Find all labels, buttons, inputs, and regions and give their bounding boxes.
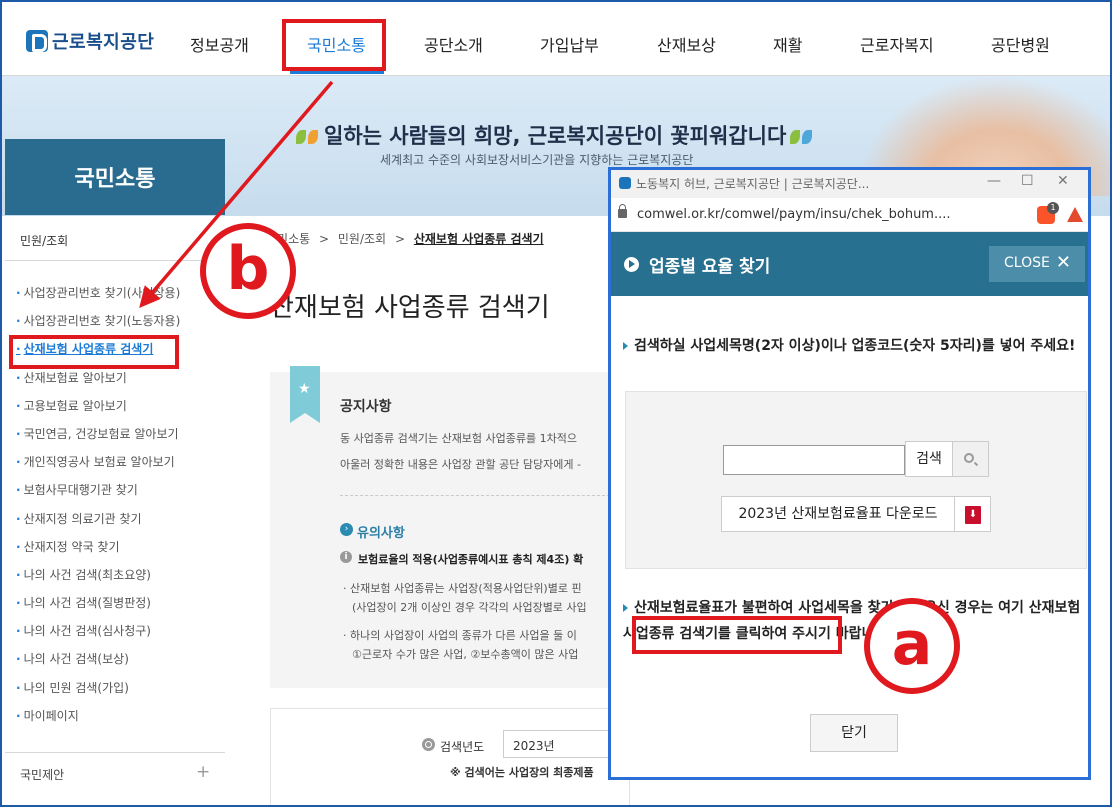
popup-title: 업종별 요율 찾기 [649,257,771,277]
sidebar-item-case-disease[interactable]: 나의 사건 검색(질병판정) [16,593,180,621]
search-box-area [625,391,1087,569]
highlight-link-box [632,616,842,654]
notice-text: 아울러 정확한 내용은 사업장 관할 공단 담당자에게 - [340,458,581,471]
sidebar-item-pharmacy[interactable]: 산재지정 약국 찾기 [16,537,180,565]
divider [340,495,610,496]
popup-titlebar[interactable]: 노동복지 허브, 근로복지공단 | 근로복지공단... — ☐ ✕ [611,170,1088,198]
magnifier-icon [964,453,974,463]
search-icon-button[interactable] [953,441,989,477]
top-navigation: 근로복지공단 정보공개 국민소통 공단소개 가입납부 산재보상 재활 근로자복지… [0,0,1112,76]
breadcrumb-current[interactable]: 산재보험 사업종류 검색기 [414,232,544,246]
industry-search-input[interactable] [723,445,905,475]
play-circle-icon [624,257,639,272]
popup-window-title: 노동복지 허브, 근로복지공단 | 근로복지공단... [636,177,870,191]
notice-title: 공지사항 [340,399,392,415]
maximize-icon[interactable]: ☐ [1021,173,1034,189]
divider [5,752,225,753]
sidebar-item-complaint-enrollment[interactable]: 나의 민원 검색(가입) [16,678,180,706]
expand-plus-icon[interactable]: + [196,762,210,782]
sidebar-item-medical-institution[interactable]: 산재지정 의료기관 찾기 [16,509,180,537]
sidebar-item-private-construction[interactable]: 개인직영공사 보험료 알아보기 [16,452,180,480]
page-title: 산재보험 사업종류 검색기 [270,293,550,323]
star-icon: ★ [298,381,311,397]
caution-text: ①근로자 수가 많은 사업, ②보수총액이 많은 사업 [352,648,579,661]
pdf-icon: ⬇ [965,506,981,524]
search-instruction: 검색하실 사업세목명(2자 이상)이나 업종코드(숫자 5자리)를 넣어 주세요… [623,333,1085,359]
nav-enrollment-payment[interactable]: 가입납부 [540,32,599,56]
nav-hospitals[interactable]: 공단병원 [991,32,1050,56]
annotation-label-b: b [200,223,296,319]
search-icon [422,738,435,751]
notice-text: 동 사업종류 검색기는 산재보험 사업종류를 1차적으 [340,432,577,445]
search-note: ※ 검색어는 사업장의 최종제품 [450,766,594,779]
lock-icon [618,204,627,218]
sidebar-item-workplace-number-employer[interactable]: 사업장관리번호 찾기(사업장용) [16,283,181,311]
search-instruction-text: 검색하실 사업세목명(2자 이상)이나 업종코드(숫자 5자리)를 넣어 주세요… [634,338,1076,354]
shield-count-badge: 1 [1047,202,1059,214]
caution-text: · 산재보험 사업종류는 사업장(적용사업단위)별로 핀 [343,582,582,595]
arrow-circle-icon: › [340,523,353,536]
sidebar-item-case-initial[interactable]: 나의 사건 검색(최초요양) [16,565,180,593]
info-icon: i [340,551,352,563]
url-text[interactable]: comwel.or.kr/comwel/paym/insu/chek_bohum… [637,207,951,222]
year-select[interactable]: 2023년 [503,730,613,758]
breadcrumb-separator: > [319,232,330,246]
bullet-triangle-icon [623,604,628,612]
sidebar-item-case-compensation[interactable]: 나의 사건 검색(보상) [16,649,180,677]
close-button[interactable]: CLOSE ✕ [989,246,1085,282]
leaf-icon [802,130,813,144]
highlight-nav-box [282,19,386,71]
bullet-triangle-icon [623,342,628,350]
sidebar-item-insurance-agency[interactable]: 보험사무대행기관 찾기 [16,480,180,508]
rewards-triangle-icon[interactable] [1067,207,1083,222]
rate-table-download-button[interactable]: 2023년 산재보험료율표 다운로드 [721,496,955,532]
window-close-icon[interactable]: ✕ [1057,173,1069,189]
leaf-icon [296,130,306,144]
sidebar-item-mypage[interactable]: 마이페이지 [16,706,180,734]
logo-text: 근로복지공단 [52,32,155,53]
nav-worker-welfare[interactable]: 근로자복지 [860,32,934,56]
sidebar-item-employment-premium[interactable]: 고용보험료 알아보기 [16,396,180,424]
annotation-label-a: a [864,598,960,694]
popup-window: 노동복지 허브, 근로복지공단 | 근로복지공단... — ☐ ✕ comwel… [608,167,1091,780]
breadcrumb-separator: > [394,232,405,246]
pdf-download-button[interactable]: ⬇ [955,496,991,532]
sidebar-section-title[interactable]: 민원/조회 [20,232,68,249]
sidebar-item-proposal[interactable]: 국민제안 [20,766,64,783]
hero-subtitle: 세계최고 수준의 사회보장서비스기관을 지향하는 근로복지공단 [380,153,694,167]
site-logo[interactable]: 근로복지공단 [26,28,154,54]
popup-header: 업종별 요율 찾기 CLOSE ✕ [611,232,1088,296]
sidebar-item-case-review[interactable]: 나의 사건 검색(심사청구) [16,621,180,649]
favicon-icon [619,177,631,189]
hero-title: 일하는 사람들의 희망, 근로복지공단이 꽃피워갑니다 [296,120,814,150]
hero-title-text: 일하는 사람들의 희망, 근로복지공단이 꽃피워갑니다 [324,124,787,148]
sidebar-item-industrial-premium[interactable]: 산재보험료 알아보기 [16,368,180,396]
year-label: 검색년도 [440,740,485,754]
search-button[interactable]: 검색 [905,441,953,477]
caution-text: (사업장이 2개 이상인 경우 각각의 사업장별로 사입 [352,601,587,614]
minimize-icon[interactable]: — [987,173,1001,189]
highlight-sidebar-box [9,335,179,369]
divider [5,260,225,261]
nav-compensation[interactable]: 산재보상 [657,32,716,56]
caution-text: · 하나의 사업장이 사업의 종류가 다른 사업을 둘 이 [343,629,577,642]
leaf-icon [308,130,318,144]
sidebar-title: 국민소통 [5,139,225,215]
sidebar-item-pension-health[interactable]: 국민연금, 건강보험료 알아보기 [16,424,180,452]
info-text: 보험료율의 적용(사업종류예시표 총칙 제4조) 확 [358,553,584,566]
nav-about[interactable]: 공단소개 [424,32,483,56]
nav-info-disclosure[interactable]: 정보공개 [190,32,249,56]
close-dialog-button[interactable]: 닫기 [810,714,898,752]
close-icon: ✕ [1055,252,1071,273]
breadcrumb: 국민소통 > 민원/조회 > 산재보험 사업종류 검색기 [266,230,544,247]
close-button-label: CLOSE [1004,255,1050,271]
breadcrumb-item[interactable]: 민원/조회 [338,232,386,246]
comwel-logo-icon [26,30,48,52]
address-bar[interactable]: comwel.or.kr/comwel/paym/insu/chek_bohum… [611,198,1088,232]
leaf-icon [790,130,801,144]
caution-title: 유의사항 [357,526,405,541]
nav-rehabilitation[interactable]: 재활 [773,32,802,56]
